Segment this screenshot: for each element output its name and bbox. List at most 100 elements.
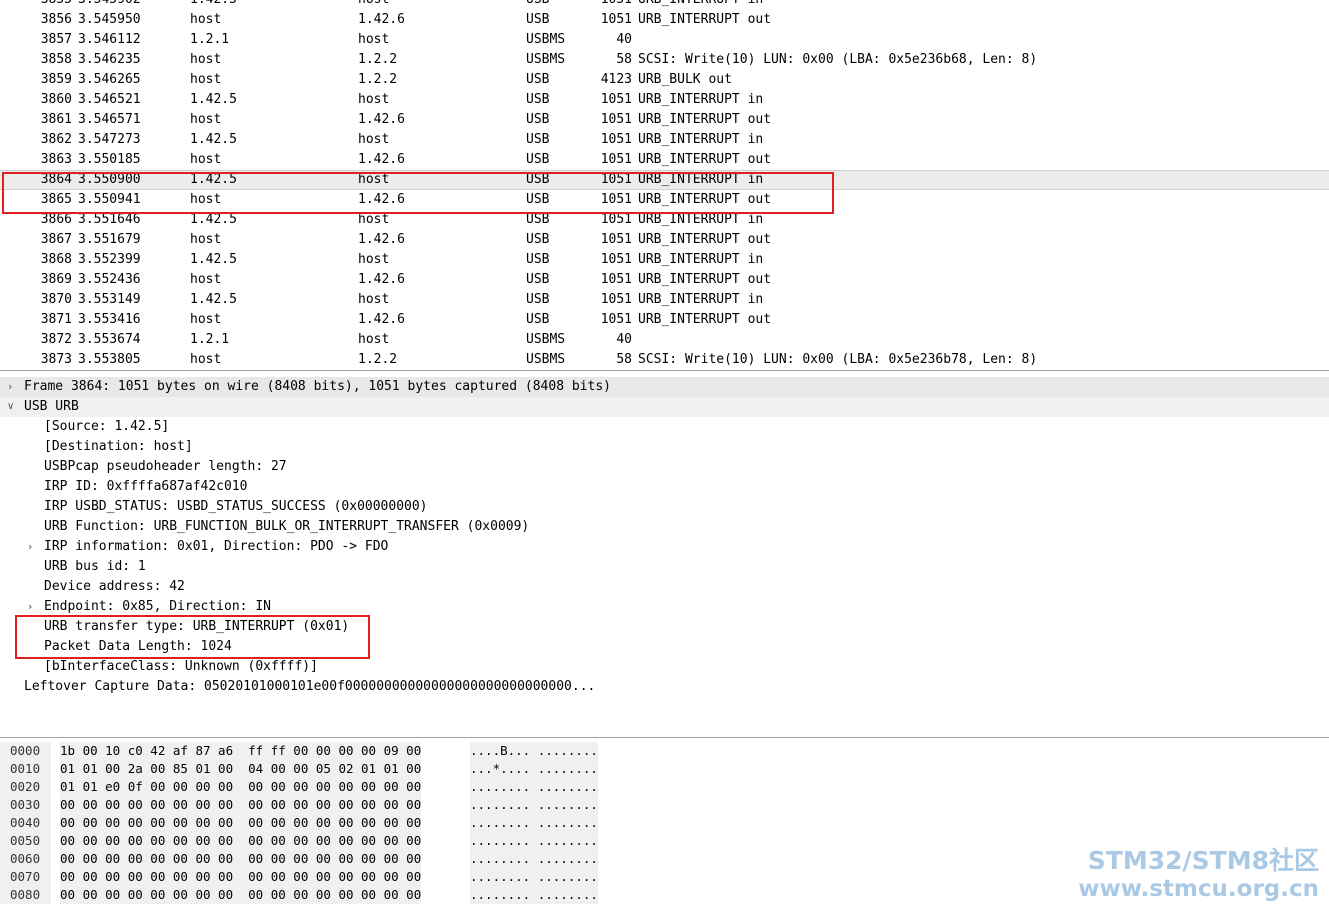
packet-time: 3.545902 [78, 0, 141, 10]
packet-time: 3.546112 [78, 32, 141, 47]
packet-row[interactable]: 3871 3.553416 host 1.42.6 USB 1051 URB_INTERRU… [0, 310, 1329, 330]
packet-row[interactable]: 3868 3.552399 1.42.5 host USB 1051 URB_INTERRU… [0, 250, 1329, 270]
packet-destination: 1.42.6 [358, 272, 405, 287]
packet-row[interactable]: 3860 3.546521 1.42.5 host USB 1051 URB_INTERRU… [0, 90, 1329, 110]
field-urb-bus-id[interactable]: URB bus id: 1 [0, 557, 1329, 577]
packet-row[interactable]: 3864 3.550900 1.42.5 host USB 1051 URB_INTERRU… [0, 170, 1329, 190]
packet-row[interactable]: 3869 3.552436 host 1.42.6 USB 1051 URB_INTERRU… [0, 270, 1329, 290]
field-irp-usbd-status[interactable]: IRP USBD_STATUS: USBD_STATUS_SUCCESS (0x… [0, 497, 1329, 517]
field-packet-data-length[interactable]: Packet Data Length: 1024 [0, 637, 1329, 657]
chevron-down-icon[interactable]: ∨ [7, 397, 14, 417]
field-destination[interactable]: [Destination: host] [0, 437, 1329, 457]
packet-length: 1051 [600, 172, 632, 187]
field-device-address-text: Device address: 42 [44, 579, 185, 594]
packet-info: URB_INTERRUPT in [638, 172, 764, 187]
packet-destination: host [358, 32, 390, 47]
hex-offset: 0020 [0, 778, 51, 796]
packet-row[interactable]: 3873 3.553805 host 1.2.2 USBMS 58 SCSI: Write(… [0, 350, 1329, 370]
hex-offset: 0000 [0, 742, 51, 760]
field-packet-data-length-text: Packet Data Length: 1024 [44, 639, 232, 654]
chevron-right-icon[interactable]: › [8, 377, 12, 397]
packet-protocol: USBMS [526, 32, 566, 47]
packet-info: SCSI: Write(10) LUN: 0x00 (LBA: 0x5e236b… [638, 352, 1038, 367]
packet-no: 3859 [40, 72, 72, 87]
watermark-line2: www.stmcu.org.cn [1078, 876, 1319, 902]
chevron-right-icon[interactable]: › [28, 537, 32, 557]
usb-urb-label: USB URB [24, 399, 79, 414]
field-urb-function[interactable]: URB Function: URB_FUNCTION_BULK_OR_INTER… [0, 517, 1329, 537]
packet-source: host [190, 52, 222, 67]
packet-no: 3869 [40, 272, 72, 287]
packet-row[interactable]: 3856 3.545950 host 1.42.6 USB 1051 URB_INTERRU… [0, 10, 1329, 30]
field-irp-id-text: IRP ID: 0xffffa687af42c010 [44, 479, 248, 494]
packet-info: URB_INTERRUPT out [638, 12, 772, 27]
hex-offset: 0050 [0, 832, 51, 850]
packet-no: 3870 [40, 292, 72, 307]
packet-row[interactable]: 3861 3.546571 host 1.42.6 USB 1051 URB_INTERRU… [0, 110, 1329, 130]
hex-ascii: ....B... ........ [470, 742, 598, 760]
packet-protocol: USB [526, 0, 549, 10]
packet-length: 1051 [600, 212, 632, 227]
hex-ascii: ........ ........ [470, 796, 598, 814]
field-urb-function-text: URB Function: URB_FUNCTION_BULK_OR_INTER… [44, 519, 530, 534]
packet-row[interactable]: 3858 3.546235 host 1.2.2 USBMS 58 SCSI: Write(… [0, 50, 1329, 70]
tree-irp-information[interactable]: › IRP information: 0x01, Direction: PDO … [0, 537, 1329, 557]
packet-protocol: USBMS [526, 352, 566, 367]
packet-destination: host [358, 252, 390, 267]
packet-row[interactable]: 3866 3.551646 1.42.5 host USB 1051 URB_INTERRU… [0, 210, 1329, 230]
packet-row[interactable]: 3855 3.545902 1.42.5 host USB 1051 URB_INTERRU… [0, 0, 1329, 10]
packet-protocol: USB [526, 112, 550, 127]
hex-ascii: ........ ........ [470, 832, 598, 850]
packet-source: 1.42.5 [190, 172, 237, 187]
packet-time: 3.552436 [78, 272, 141, 287]
hex-bytes: 00 00 00 00 00 00 00 00 00 00 00 00 00 0… [60, 868, 422, 886]
packet-info: URB_INTERRUPT out [638, 152, 772, 167]
packet-time: 3.547273 [78, 132, 141, 147]
packet-source: 1.2.1 [190, 332, 230, 347]
packet-row[interactable]: 3870 3.553149 1.42.5 host USB 1051 URB_INTERRU… [0, 290, 1329, 310]
field-binterface-class[interactable]: [bInterfaceClass: Unknown (0xffff)] [0, 657, 1329, 677]
packet-row[interactable]: 3865 3.550941 host 1.42.6 USB 1051 URB_INTERRU… [0, 190, 1329, 210]
packet-length: 1051 [600, 192, 632, 207]
packet-time: 3.546235 [78, 52, 141, 67]
packet-source: 1.42.5 [190, 212, 237, 227]
packet-row[interactable]: 3859 3.546265 host 1.2.2 USB 4123 URB_BULK out [0, 70, 1329, 90]
packet-source: host [190, 272, 222, 287]
packet-no: 3863 [40, 152, 72, 167]
packet-destination: host [358, 332, 390, 347]
hex-ascii: ........ ........ [470, 886, 598, 904]
chevron-right-icon[interactable]: › [28, 597, 32, 617]
field-pseudoheader-length-text: USBPcap pseudoheader length: 27 [44, 459, 287, 474]
hex-offset: 0060 [0, 850, 51, 868]
packet-list[interactable]: 3855 3.545902 1.42.5 host USB 1051 URB_INTERRU… [0, 0, 1329, 371]
packet-no: 3858 [40, 52, 72, 67]
packet-time: 3.553805 [78, 352, 141, 367]
field-irp-information-text: IRP information: 0x01, Direction: PDO ->… [44, 539, 389, 554]
packet-protocol: USB [526, 92, 550, 107]
watermark-line1: STM32/STM8社区 [1087, 846, 1319, 875]
packet-row[interactable]: 3867 3.551679 host 1.42.6 USB 1051 URB_INTERRU… [0, 230, 1329, 250]
field-irp-id[interactable]: IRP ID: 0xffffa687af42c010 [0, 477, 1329, 497]
packet-row[interactable]: 3863 3.550185 host 1.42.6 USB 1051 URB_INTERRU… [0, 150, 1329, 170]
packet-destination: 1.2.2 [358, 72, 398, 87]
field-device-address[interactable]: Device address: 42 [0, 577, 1329, 597]
packet-source: host [190, 112, 222, 127]
packet-destination: host [358, 172, 390, 187]
hex-bytes: 00 00 00 00 00 00 00 00 00 00 00 00 00 0… [60, 886, 422, 904]
field-leftover-capture-data[interactable]: Leftover Capture Data: 05020101000101e00… [0, 677, 1329, 697]
packet-length: 1051 [600, 112, 632, 127]
field-urb-transfer-type[interactable]: URB transfer type: URB_INTERRUPT (0x01) [0, 617, 1329, 637]
packet-source: 1.42.5 [190, 252, 237, 267]
packet-protocol: USB [526, 132, 550, 147]
packet-row[interactable]: 3862 3.547273 1.42.5 host USB 1051 URB_INTERRU… [0, 130, 1329, 150]
field-pseudoheader-length[interactable]: USBPcap pseudoheader length: 27 [0, 457, 1329, 477]
hex-offset: 0040 [0, 814, 51, 832]
tree-frame[interactable]: › Frame 3864: 1051 bytes on wire (8408 b… [0, 377, 1329, 397]
field-source[interactable]: [Source: 1.42.5] [0, 417, 1329, 437]
packet-row[interactable]: 3872 3.553674 1.2.1 host USBMS 40 [0, 330, 1329, 350]
packet-details[interactable]: › Frame 3864: 1051 bytes on wire (8408 b… [0, 375, 1329, 738]
tree-usb-urb[interactable]: ∨ USB URB [0, 397, 1329, 417]
packet-row[interactable]: 3857 3.546112 1.2.1 host USBMS 40 [0, 30, 1329, 50]
tree-endpoint[interactable]: › Endpoint: 0x85, Direction: IN [0, 597, 1329, 617]
packet-time: 3.552399 [78, 252, 141, 267]
